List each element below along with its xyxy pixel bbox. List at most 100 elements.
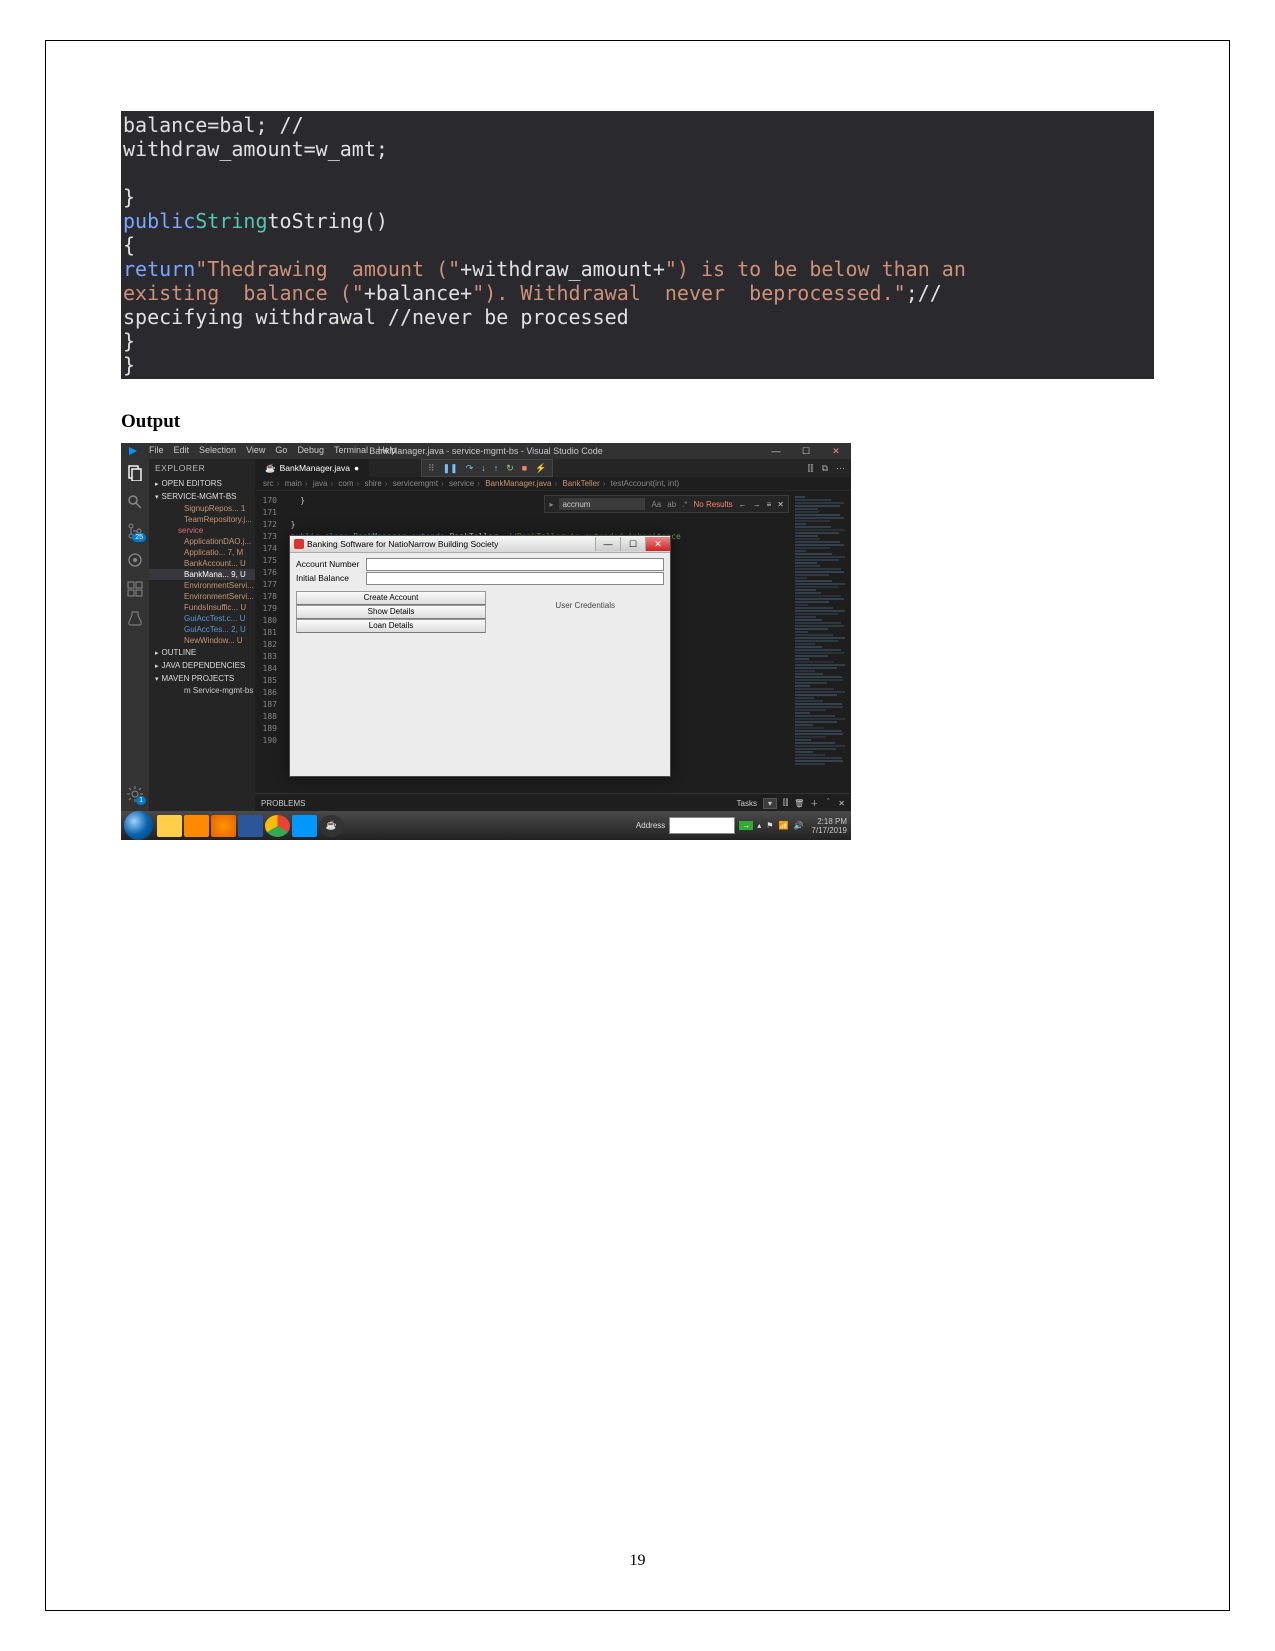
step-into-icon[interactable]: ↓ <box>481 463 486 473</box>
hot-reload-icon[interactable]: ⚡ <box>535 463 546 474</box>
file-item[interactable]: GuiAccTes... 2, U <box>149 624 255 635</box>
file-item[interactable]: EnvironmentServi... <box>149 591 255 602</box>
tasks-dropdown[interactable]: ▾ <box>763 798 777 809</box>
debug-toolbar[interactable]: ⠿ ❚❚ ↷ ↓ ↑ ↻ ■ ⚡ <box>421 459 553 477</box>
problems-tab[interactable]: PROBLEMS <box>261 799 317 808</box>
open-editors-section[interactable]: OPEN EDITORS <box>149 477 255 490</box>
file-item[interactable]: TeamRepository.j... <box>149 514 255 525</box>
file-item[interactable]: SignupRepos... 1 <box>149 503 255 514</box>
test-icon[interactable] <box>127 610 143 626</box>
account-number-input[interactable] <box>366 558 664 571</box>
start-button[interactable] <box>124 811 153 840</box>
drag-handle-icon[interactable]: ⠿ <box>428 463 435 474</box>
regex-icon[interactable]: .* <box>682 500 687 509</box>
minimize-button[interactable]: — <box>761 443 791 459</box>
tray-network-icon[interactable]: 📶 <box>778 821 788 830</box>
scm-icon[interactable]: 25 <box>127 523 143 539</box>
find-toggle-icon[interactable]: ▸ <box>549 500 553 509</box>
more-icon[interactable]: ⋯ <box>836 463 845 474</box>
tab-bankmanager[interactable]: ☕ BankManager.java ● <box>255 459 369 477</box>
folder-service[interactable]: service <box>149 525 255 536</box>
create-account-button[interactable]: Create Account <box>296 591 486 605</box>
split-editor-icon[interactable]: ⫿⫿ <box>808 463 814 474</box>
outline-section[interactable]: OUTLINE <box>149 646 255 659</box>
initial-balance-input[interactable] <box>366 572 664 585</box>
address-go-icon[interactable]: → <box>739 821 753 830</box>
address-label: Address <box>636 821 665 830</box>
file-item-active[interactable]: BankMana... 9, U <box>149 569 255 580</box>
find-prev-icon[interactable]: ← <box>739 500 747 509</box>
close-button[interactable]: ✕ <box>821 443 851 459</box>
file-item[interactable]: NewWindow... U <box>149 635 255 646</box>
output-heading: Output <box>121 411 1154 433</box>
banking-dialog[interactable]: Banking Software for NatioNarrow Buildin… <box>289 535 671 777</box>
menu-help[interactable]: Help <box>378 445 397 457</box>
dialog-minimize-button[interactable]: — <box>595 537 620 551</box>
dialog-close-button[interactable]: ✕ <box>645 537 670 551</box>
step-out-icon[interactable]: ↑ <box>494 463 499 473</box>
terminal-panel[interactable]: PROBLEMS Tasks ▾ ⫿⫿ 🗑 ＋ ＾ ✕ <box>255 793 851 812</box>
tray-sound-icon[interactable]: 🔊 <box>793 821 803 830</box>
dialog-title-bar[interactable]: Banking Software for NatioNarrow Buildin… <box>290 536 670 553</box>
address-input[interactable] <box>669 817 735 834</box>
find-next-icon[interactable]: → <box>753 500 761 509</box>
find-close-icon[interactable]: ✕ <box>777 500 784 509</box>
file-item[interactable]: FundsInsuffic... U <box>149 602 255 613</box>
tray-flag-icon[interactable]: ⚑ <box>766 821 773 830</box>
step-over-icon[interactable]: ↷ <box>466 463 474 474</box>
panel-split-icon[interactable]: ⫿⫿ <box>783 798 788 808</box>
file-item[interactable]: ApplicationDAO.j... <box>149 536 255 547</box>
breadcrumb[interactable]: src› main› java› com› shire› servicemgmt… <box>255 477 851 491</box>
file-item[interactable]: Applicatio... 7, M <box>149 547 255 558</box>
menu-go[interactable]: Go <box>275 445 287 457</box>
settings-icon[interactable]: 1 <box>127 786 143 802</box>
taskbar-vscode-icon[interactable] <box>292 815 317 837</box>
taskbar-java-icon[interactable]: ☕ <box>319 815 344 837</box>
find-input[interactable] <box>559 498 645 510</box>
tray-up-icon[interactable]: ▴ <box>757 821 761 830</box>
menu-selection[interactable]: Selection <box>199 445 236 457</box>
java-deps-section[interactable]: JAVA DEPENDENCIES <box>149 659 255 672</box>
panel-new-icon[interactable]: ＋ <box>810 798 818 809</box>
pause-icon[interactable]: ❚❚ <box>443 463 458 474</box>
taskbar-word-icon[interactable] <box>238 815 263 837</box>
panel-max-icon[interactable]: ＾ <box>824 798 832 809</box>
menu-file[interactable]: File <box>149 445 164 457</box>
code-block: balance=bal; // withdraw_amount=w_amt; }… <box>121 111 1154 379</box>
taskbar-explorer-icon[interactable] <box>157 815 182 837</box>
dialog-maximize-button[interactable]: ☐ <box>620 537 645 551</box>
whole-word-icon[interactable]: ab <box>667 500 676 509</box>
maven-section[interactable]: MAVEN PROJECTS <box>149 672 255 685</box>
extensions-icon[interactable] <box>127 581 143 597</box>
taskbar-wmp-icon[interactable] <box>184 815 209 837</box>
menu-edit[interactable]: Edit <box>174 445 190 457</box>
show-details-button[interactable]: Show Details <box>296 605 486 619</box>
files-icon[interactable] <box>127 465 143 481</box>
minimap[interactable] <box>791 495 851 812</box>
find-selection-icon[interactable]: ≡ <box>767 500 772 509</box>
match-case-icon[interactable]: Aa <box>651 500 661 509</box>
taskbar-firefox-icon[interactable] <box>211 815 236 837</box>
file-item[interactable]: BankAccount... U <box>149 558 255 569</box>
find-widget[interactable]: ▸ Aa ab .* No Results ← → ≡ ✕ <box>544 495 789 513</box>
workspace-section[interactable]: SERVICE-MGMT-BS <box>149 490 255 503</box>
maximize-button[interactable]: ☐ <box>791 443 821 459</box>
taskbar-chrome-icon[interactable] <box>265 815 290 837</box>
debug-icon[interactable] <box>127 552 143 568</box>
file-item[interactable]: GuiAccTest.c... U <box>149 613 255 624</box>
menu-terminal[interactable]: Terminal <box>334 445 368 457</box>
title-bar: File Edit Selection View Go Debug Termin… <box>121 443 851 460</box>
menu-view[interactable]: View <box>246 445 265 457</box>
restart-icon[interactable]: ↻ <box>506 463 514 474</box>
loan-details-button[interactable]: Loan Details <box>296 619 486 633</box>
stop-icon[interactable]: ■ <box>522 463 527 473</box>
panel-kill-icon[interactable]: 🗑 <box>794 799 804 808</box>
menu-debug[interactable]: Debug <box>297 445 324 457</box>
panel-close-icon[interactable]: ✕ <box>838 799 845 808</box>
taskbar-clock[interactable]: 2:18 PM 7/17/2019 <box>807 817 851 835</box>
file-item[interactable]: EnvironmentServi... <box>149 580 255 591</box>
compare-icon[interactable]: ⧉ <box>822 463 828 474</box>
search-icon[interactable] <box>127 494 143 510</box>
maven-project[interactable]: m Service-mgmt-bs <box>149 685 255 696</box>
windows-taskbar[interactable]: ☕ Address → ▴ ⚑ 📶 🔊 2:18 PM 7/17/2019 <box>121 811 851 840</box>
